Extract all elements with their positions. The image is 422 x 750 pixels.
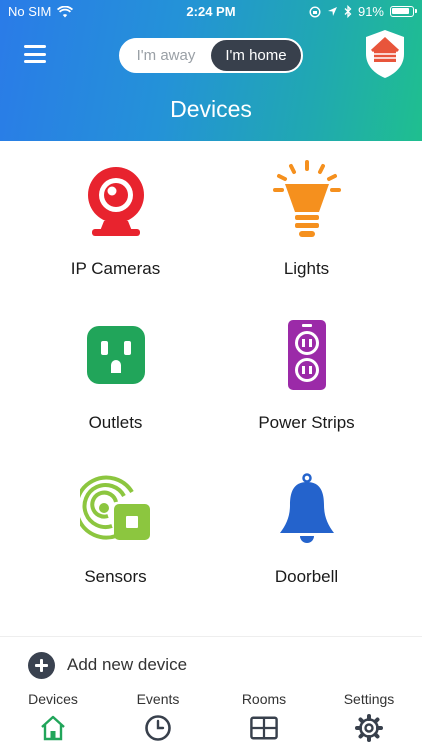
icon-wrap [201,315,412,395]
outlet-icon [86,326,145,384]
device-label: Sensors [84,567,147,586]
icon-wrap [201,160,412,241]
icon-wrap [10,315,221,395]
icon-wrap [201,469,412,549]
bell-icon [279,473,334,543]
tab-settings[interactable]: Settings [316,689,422,742]
clock-icon [145,715,171,741]
tab-label: Settings [343,691,395,707]
tab-devices[interactable]: Devices [0,689,106,742]
hamburger-line [24,60,46,63]
icon-wrap [10,469,221,549]
device-tile-sensors[interactable]: Sensors [10,449,221,603]
header: No SIM 2:24 PM 91% I'm away I'm home Dev… [0,0,422,141]
lightbulb-icon [272,160,341,237]
device-tile-outlets[interactable]: Outlets [10,295,221,449]
add-icon [28,651,55,679]
tab-label: Events [136,691,180,707]
home-option[interactable]: I'm home [211,40,301,71]
battery-percent: 91% [357,4,384,19]
device-label: IP Cameras [70,259,161,278]
device-label: Doorbell [274,567,339,586]
add-device-label: Add new device [67,655,188,674]
page-title: Devices [170,96,252,122]
power-strip-icon [287,320,326,390]
location-icon [327,7,337,16]
tab-events[interactable]: Events [105,689,211,742]
menu-button[interactable] [24,43,46,65]
tab-bar: Devices Events Rooms Settings [0,689,422,750]
status-right: 91% [309,4,417,19]
device-tile-power-strips[interactable]: Power Strips [201,295,412,449]
battery-icon [390,6,417,17]
bottom-panel: Add new device Devices Events Rooms Sett… [0,636,422,750]
add-device-button[interactable]: Add new device [28,651,187,679]
camera-icon [87,167,144,236]
icon-wrap [10,161,221,241]
device-grid: IP Cameras Lights Outlets Power Strips S… [0,141,422,601]
device-label: Lights [283,259,330,278]
tab-label: Rooms [241,691,287,707]
status-bar: No SIM 2:24 PM 91% [0,0,422,24]
home-icon [41,715,65,741]
hamburger-line [24,45,46,48]
away-option[interactable]: I'm away [121,40,211,71]
tab-rooms[interactable]: Rooms [211,689,317,742]
device-tile-doorbell[interactable]: Doorbell [201,449,412,603]
hamburger-line [24,52,46,56]
bluetooth-icon [344,5,352,18]
device-tile-ip-cameras[interactable]: IP Cameras [10,141,221,295]
device-label: Outlets [88,413,143,432]
sensor-icon [79,475,150,540]
home-away-toggle: I'm away I'm home [119,38,303,73]
rotation-lock-icon [309,5,321,18]
tab-label: Devices [28,691,78,707]
rooms-grid-icon [250,716,278,740]
device-tile-lights[interactable]: Lights [201,141,412,295]
gear-icon [355,714,383,742]
shield-icon[interactable] [363,28,407,80]
device-label: Power Strips [258,413,355,432]
